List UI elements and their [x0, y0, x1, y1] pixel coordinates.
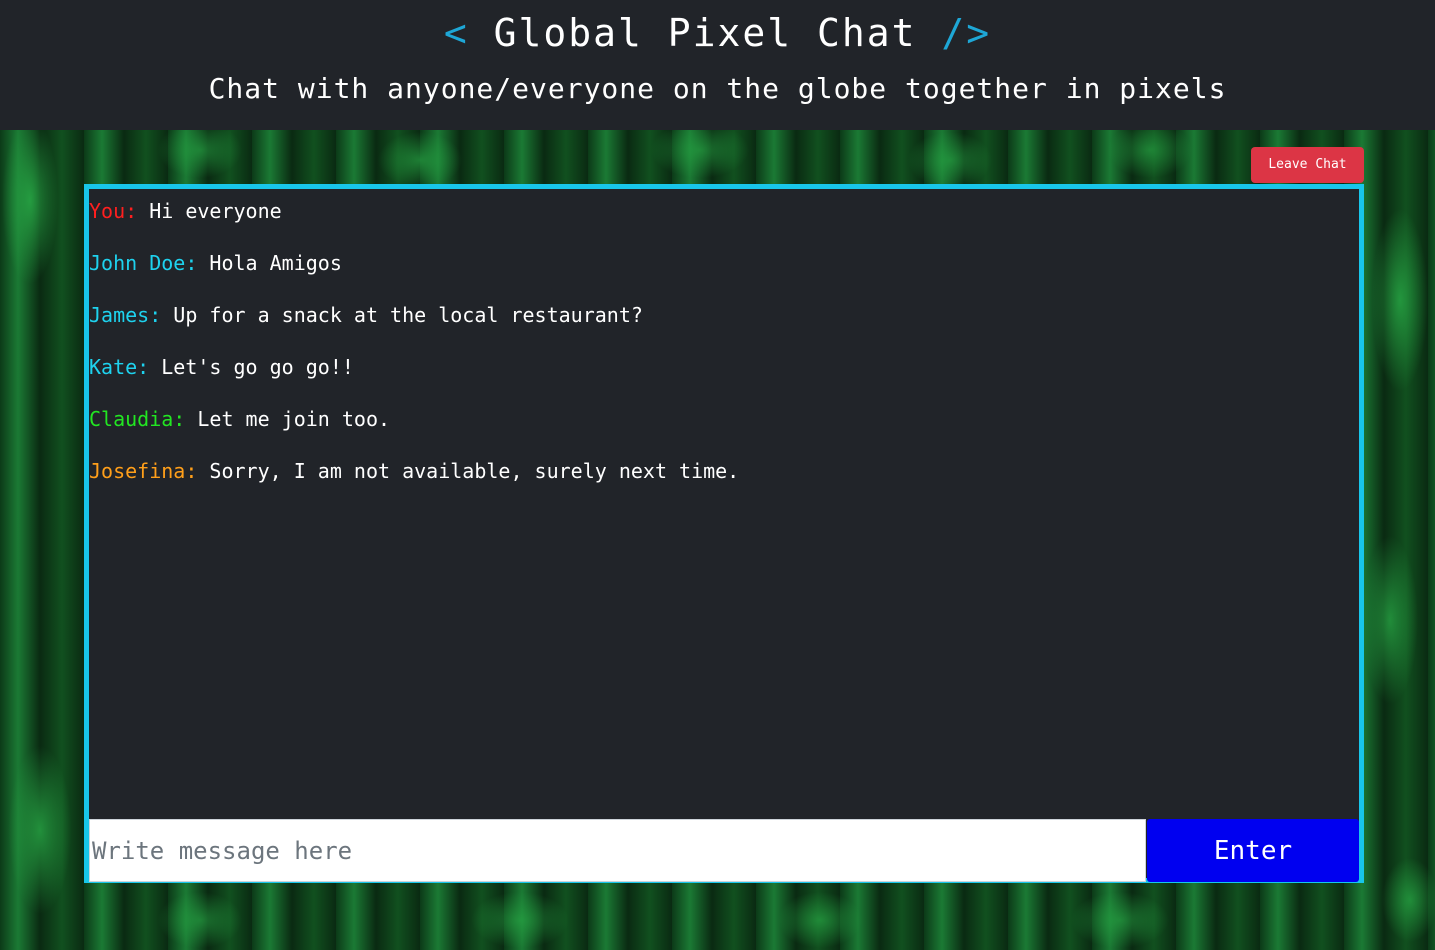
message-input[interactable] [89, 819, 1146, 882]
page-header: < Global Pixel Chat /> Chat with anyone/… [0, 0, 1435, 130]
message-text: Let's go go go!! [161, 355, 354, 379]
title-close-bracket: /> [941, 11, 992, 55]
page-title: < Global Pixel Chat /> [0, 10, 1435, 56]
message-text: Up for a snack at the local restaurant? [173, 303, 643, 327]
message-text: Sorry, I am not available, surely next t… [209, 459, 740, 483]
chat-message: Josefina: Sorry, I am not available, sur… [89, 456, 739, 486]
message-sender: Josefina: [89, 459, 198, 483]
message-sender: Kate: [89, 355, 150, 379]
message-text: Hi everyone [149, 199, 282, 223]
message-sender: John Doe: [89, 251, 198, 275]
message-list[interactable]: You: Hi everyone John Doe: Hola Amigos J… [89, 189, 1359, 815]
chat-message: Kate: Let's go go go!! [89, 352, 354, 382]
message-sender: James: [89, 303, 162, 327]
chat-message: You: Hi everyone [89, 196, 282, 226]
chat-panel: You: Hi everyone John Doe: Hola Amigos J… [84, 184, 1364, 883]
chat-message: John Doe: Hola Amigos [89, 248, 342, 278]
leave-chat-button[interactable]: Leave Chat [1251, 147, 1364, 183]
message-text: Hola Amigos [209, 251, 342, 275]
enter-button[interactable]: Enter [1147, 819, 1359, 882]
message-text: Let me join too. [197, 407, 391, 431]
message-composer: Enter [89, 815, 1359, 882]
message-sender: You: [89, 199, 138, 223]
chat-message: James: Up for a snack at the local resta… [89, 300, 643, 330]
title-text: Global Pixel Chat [493, 11, 917, 55]
title-open-bracket: < [443, 11, 469, 55]
chat-message: Claudia: Let me join too. [89, 404, 390, 434]
page-subtitle: Chat with anyone/everyone on the globe t… [208, 72, 1227, 105]
message-sender: Claudia: [89, 407, 186, 431]
